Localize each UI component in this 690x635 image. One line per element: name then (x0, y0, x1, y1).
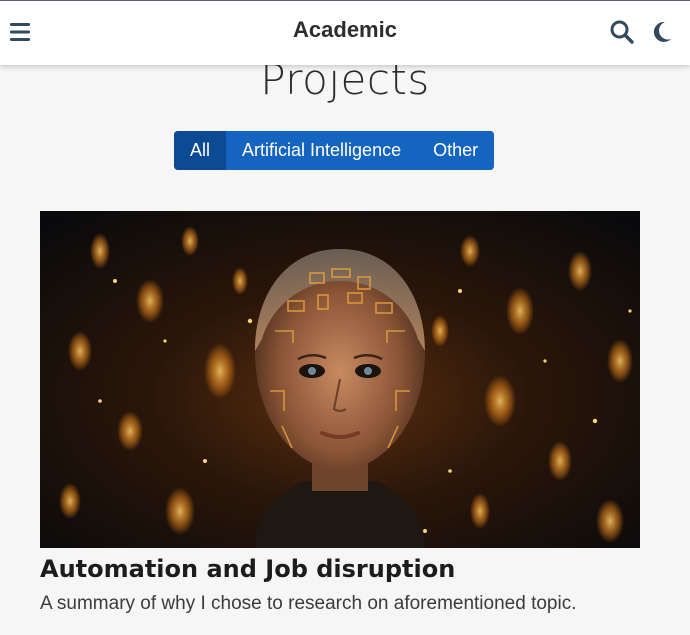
moon-icon (653, 21, 671, 42)
filter-artificial-intelligence-button[interactable]: Artificial Intelligence (226, 131, 418, 170)
theme-toggle-button[interactable] (651, 20, 673, 44)
project-image[interactable] (40, 211, 640, 548)
project-title[interactable]: Automation and Job disruption (40, 554, 640, 584)
menu-button[interactable] (8, 19, 32, 45)
site-brand[interactable]: Academic (293, 17, 397, 42)
menu-icon (10, 23, 30, 41)
project-filter-group: All Artificial Intelligence Other (174, 131, 495, 170)
project-summary: A summary of why I chose to research on … (40, 593, 577, 614)
navbar: Academic (0, 0, 690, 65)
project-card: Automation and Job disruption A summary … (40, 211, 640, 616)
filter-all-button[interactable]: All (174, 131, 227, 170)
search-button[interactable] (609, 19, 635, 45)
search-icon (610, 20, 634, 44)
filter-other-button[interactable]: Other (417, 131, 495, 170)
